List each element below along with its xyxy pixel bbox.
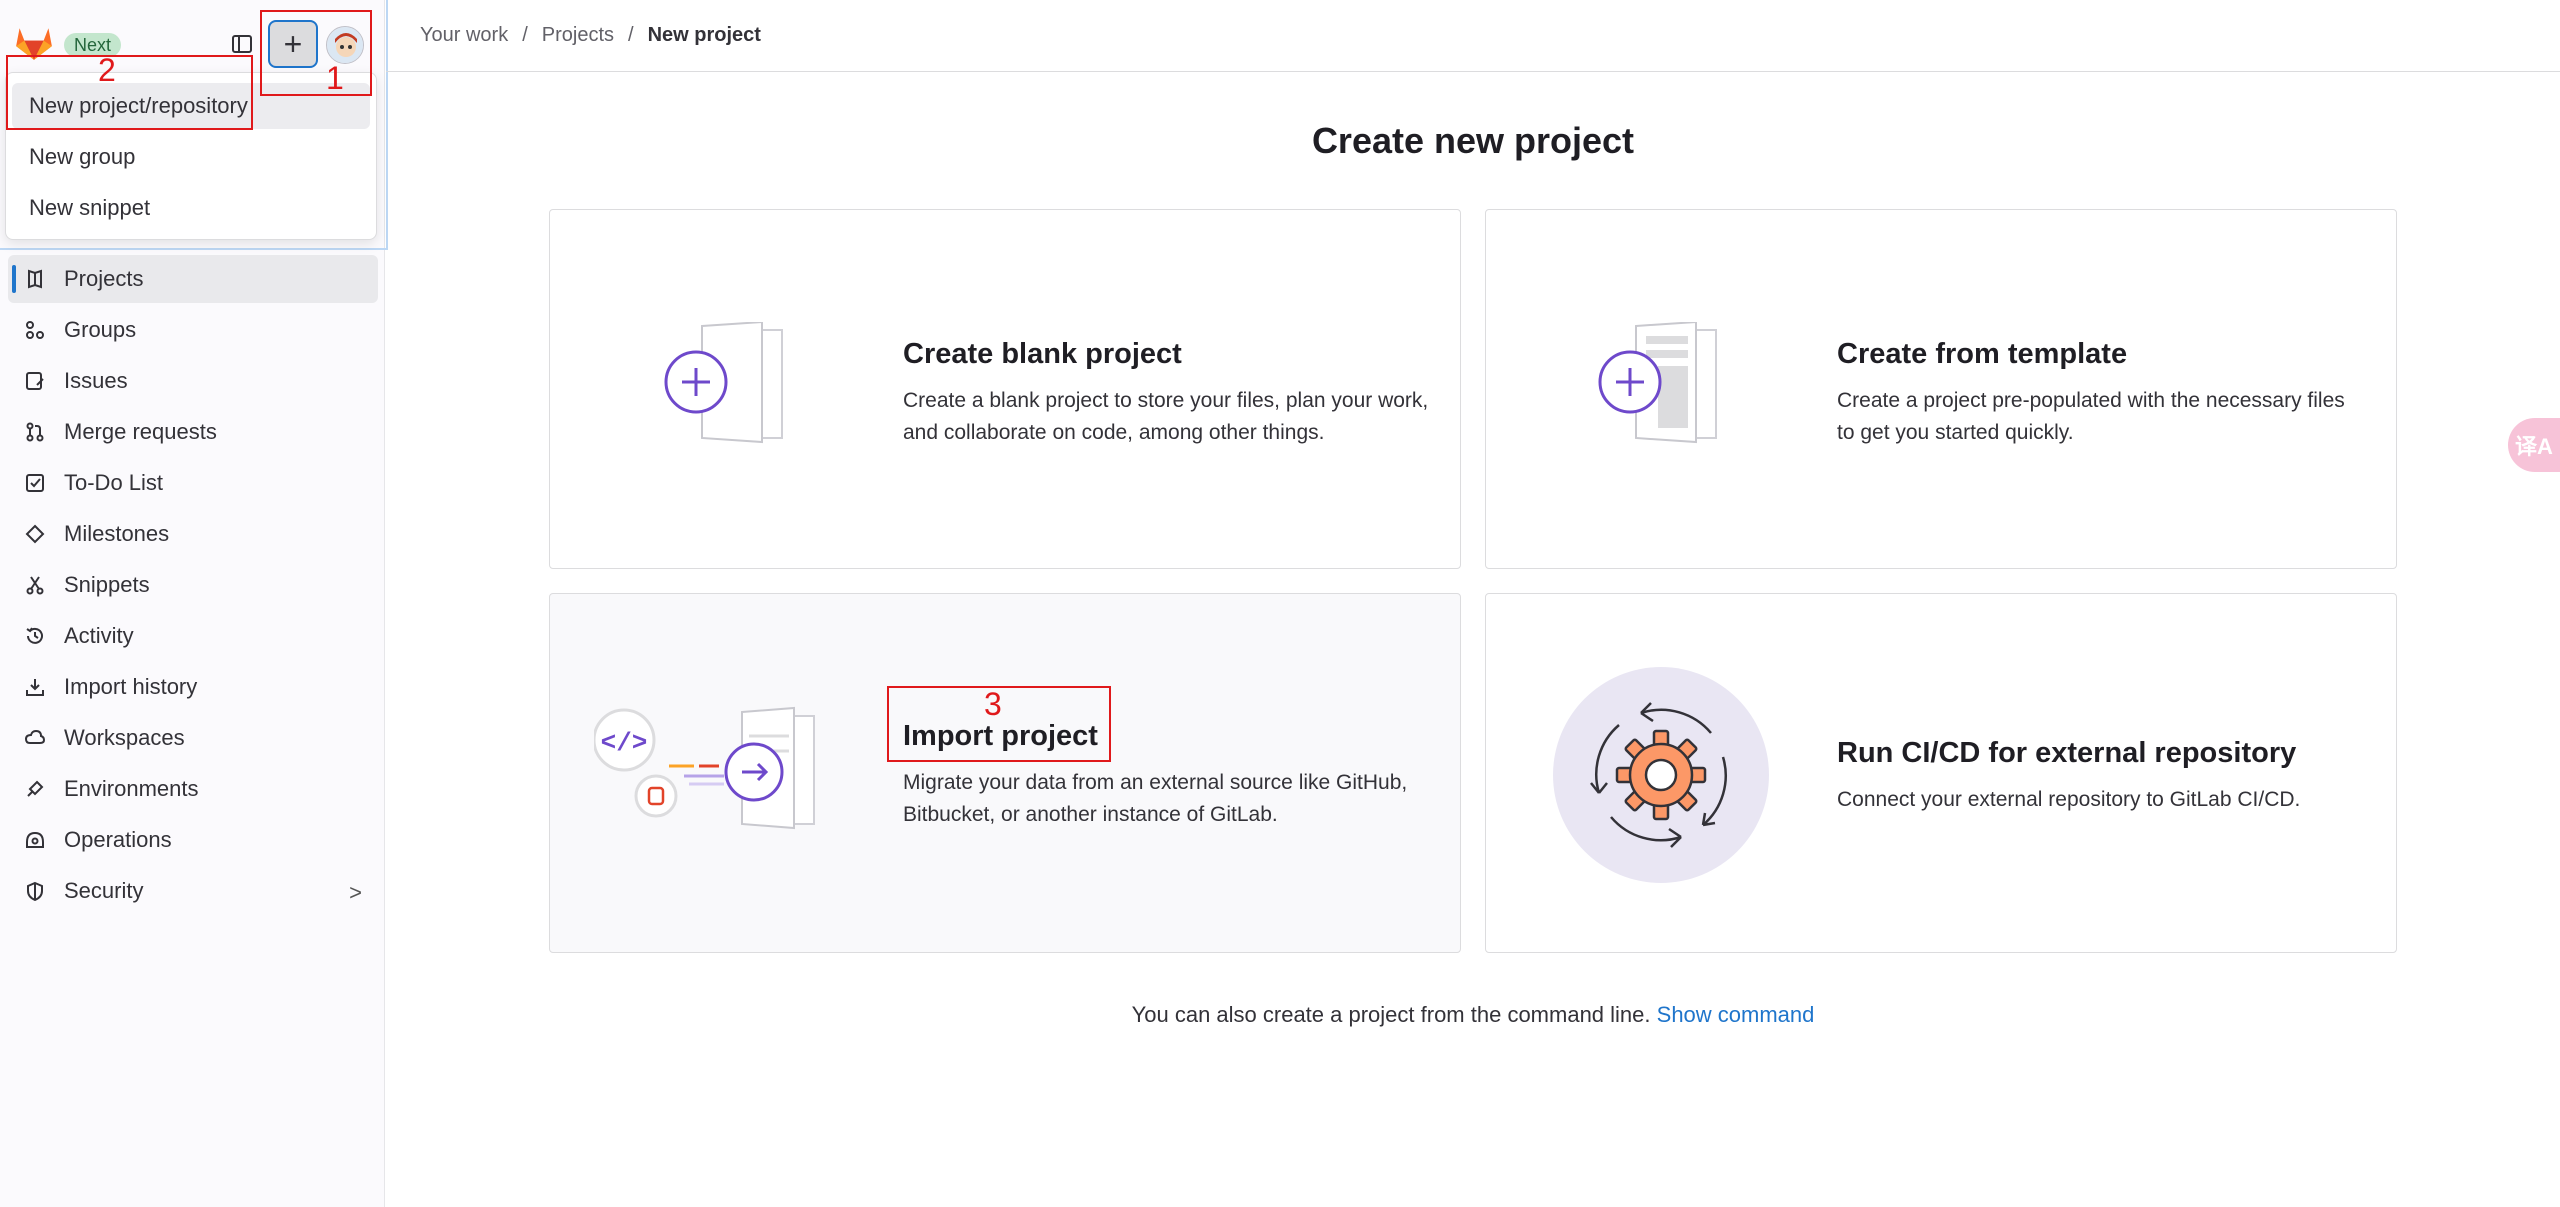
- sidebar-item-label: Merge requests: [64, 419, 217, 444]
- sidebar-nav: Projects Groups Issues Merge requests To…: [8, 255, 378, 918]
- annotation-number-1: 1: [326, 60, 344, 96]
- sidebar-item-label: Security: [64, 878, 144, 903]
- card-title: Create blank project: [903, 338, 1182, 370]
- milestone-icon: [24, 523, 46, 545]
- header-divider: [386, 71, 2560, 72]
- sidebar-item-issues[interactable]: Issues: [8, 357, 378, 405]
- shield-icon: [24, 880, 46, 902]
- annotation-box-2: [6, 55, 253, 130]
- card-description: Connect your external repository to GitL…: [1837, 788, 2301, 811]
- import-icon: [24, 676, 46, 698]
- breadcrumb: Your work / Projects / New project: [420, 24, 761, 47]
- translate-float-button[interactable]: 译A: [2508, 418, 2560, 472]
- template-illustration-icon: [1598, 322, 1717, 444]
- todo-icon: [24, 472, 46, 494]
- sidebar-item-label: Groups: [64, 317, 137, 342]
- card-title: Run CI/CD for external repository: [1837, 737, 2297, 769]
- group-icon: [24, 319, 46, 341]
- card-description: Create a blank project to store your fil…: [903, 389, 1429, 444]
- card-description: Create a project pre-populated with the …: [1837, 389, 2345, 444]
- command-line-hint: You can also create a project from the c…: [386, 1002, 2560, 1028]
- merge-request-icon: [24, 421, 46, 443]
- dropdown-item-new-snippet[interactable]: New snippet: [12, 185, 370, 231]
- sidebar-item-environments[interactable]: Environments: [8, 765, 378, 813]
- import-project-illustration-icon: </>: [594, 706, 815, 830]
- breadcrumb-separator: /: [628, 24, 634, 46]
- show-command-link[interactable]: Show command: [1657, 1002, 1815, 1027]
- cicd-gear-illustration-icon: [1553, 667, 1769, 883]
- breadcrumb-projects[interactable]: Projects: [542, 24, 614, 47]
- sidebar-item-snippets[interactable]: Snippets: [8, 561, 378, 609]
- environment-icon: [24, 778, 46, 800]
- sidebar-item-label: Snippets: [64, 572, 150, 597]
- card-import-project[interactable]: </> Import project Migrate your data fro…: [549, 593, 1461, 953]
- cloud-icon: [24, 727, 46, 749]
- page-title: Create new project: [1311, 120, 1635, 161]
- sidebar-item-import-history[interactable]: Import history: [8, 663, 378, 711]
- sidebar-item-groups[interactable]: Groups: [8, 306, 378, 354]
- sidebar-item-label: Workspaces: [64, 725, 185, 750]
- card-create-from-template[interactable]: Create from template Create a project pr…: [1485, 209, 2397, 569]
- sidebar-item-label: Projects: [64, 266, 144, 291]
- breadcrumb-your-work[interactable]: Your work: [420, 24, 508, 47]
- command-line-hint-text: You can also create a project from the c…: [1131, 1002, 1651, 1027]
- sidebar-item-operations[interactable]: Operations: [8, 816, 378, 864]
- sidebar-item-label: Environments: [64, 776, 199, 801]
- svg-text:</>: </>: [601, 728, 648, 758]
- chevron-right-icon: >: [349, 880, 362, 905]
- sidebar-item-workspaces[interactable]: Workspaces: [8, 714, 378, 762]
- sidebar-item-activity[interactable]: Activity: [8, 612, 378, 660]
- sidebar-item-merge-requests[interactable]: Merge requests: [8, 408, 378, 456]
- sidebar-item-projects[interactable]: Projects: [8, 255, 378, 303]
- breadcrumb-separator: /: [522, 24, 528, 46]
- sidebar-item-label: To-Do List: [64, 470, 164, 495]
- annotation-number-2: 2: [98, 52, 116, 88]
- sidebar-item-milestones[interactable]: Milestones: [8, 510, 378, 558]
- sidebar-item-security[interactable]: Security >: [8, 867, 378, 915]
- project-icon: [24, 268, 46, 290]
- snippet-icon: [24, 574, 46, 596]
- sidebar-item-label: Import history: [64, 674, 198, 699]
- sidebar: Next + New project/repository New group …: [0, 0, 388, 1207]
- annotation-box-1: [260, 10, 372, 96]
- card-title: Create from template: [1837, 338, 2128, 370]
- sidebar-item-label: Milestones: [64, 521, 170, 546]
- card-run-cicd-external[interactable]: Run CI/CD for external repository Connec…: [1485, 593, 2397, 953]
- blank-project-illustration-icon: [664, 322, 783, 444]
- annotation-number-3: 3: [984, 686, 1002, 722]
- sidebar-item-todo[interactable]: To-Do List: [8, 459, 378, 507]
- breadcrumb-new-project[interactable]: New project: [648, 24, 761, 47]
- operations-icon: [24, 829, 46, 851]
- issues-icon: [24, 370, 46, 392]
- history-icon: [24, 625, 46, 647]
- dropdown-item-new-group[interactable]: New group: [12, 134, 370, 180]
- sidebar-item-label: Activity: [64, 623, 134, 648]
- sidebar-item-label: Issues: [64, 368, 128, 393]
- sidebar-item-label: Operations: [64, 827, 172, 852]
- card-create-blank-project[interactable]: Create blank project Create a blank proj…: [549, 209, 1461, 569]
- card-description: Migrate your data from an external sourc…: [903, 771, 1408, 826]
